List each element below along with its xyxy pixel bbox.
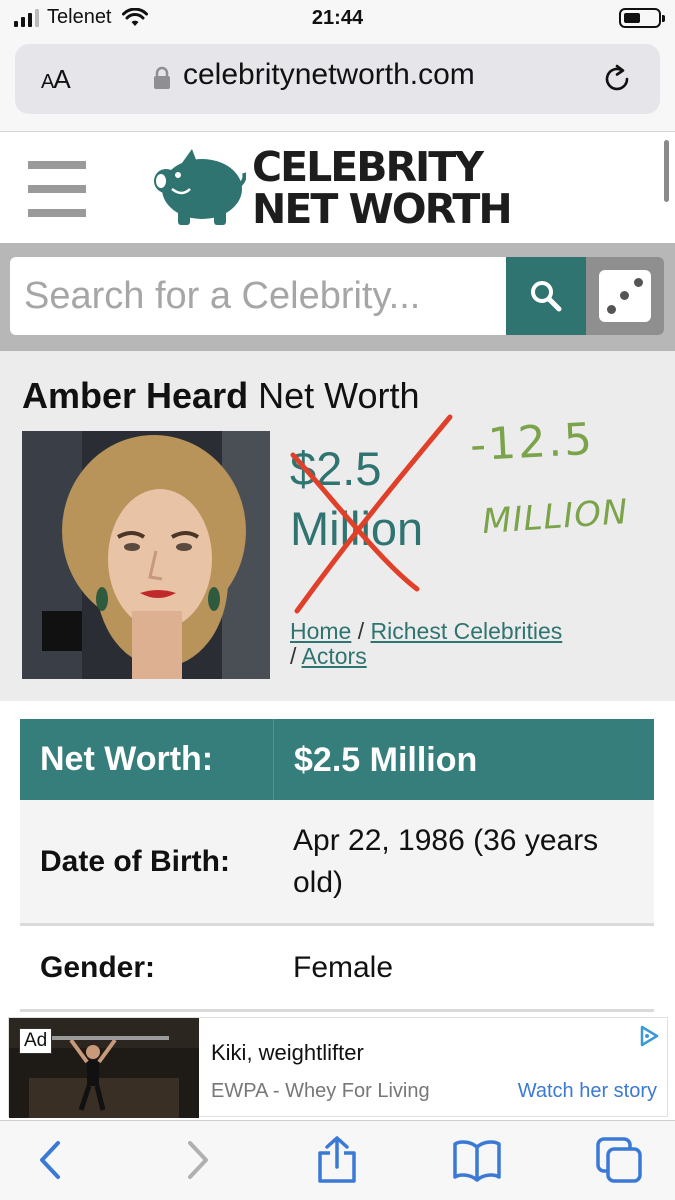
fact-value: Apr 22, 1986 (36 years old) xyxy=(293,823,599,899)
search-input[interactable] xyxy=(10,257,506,335)
table-row: Gender: Female xyxy=(20,926,654,1012)
search-row xyxy=(0,243,675,351)
back-icon[interactable] xyxy=(26,1135,76,1185)
handwritten-unit: MILLION xyxy=(480,491,630,543)
menu-icon[interactable] xyxy=(28,161,86,217)
breadcrumb-home-link[interactable]: Home xyxy=(290,618,351,644)
status-bar: Telenet 21:44 xyxy=(0,0,675,40)
fact-label: Date of Birth: xyxy=(40,844,230,878)
dice-icon xyxy=(599,270,651,322)
title-suffix: Net Worth xyxy=(258,375,420,416)
text-size-button[interactable]: AA xyxy=(41,64,71,95)
random-celebrity-button[interactable] xyxy=(586,257,664,335)
ad-cta-link[interactable]: Watch her story xyxy=(518,1080,657,1103)
logo-text-line2: NET WORTH xyxy=(252,185,513,233)
piggy-bank-icon xyxy=(154,149,246,225)
breadcrumb: Home / Richest Celebrities / Actors xyxy=(290,619,650,669)
ad-badge: Ad xyxy=(19,1028,53,1054)
logo-text-line1: CELEBRITY xyxy=(252,143,484,191)
reload-icon[interactable] xyxy=(600,62,634,96)
red-cross-annotation xyxy=(290,414,453,614)
celebrity-photo xyxy=(22,431,270,679)
ad-source: EWPA - Whey For Living xyxy=(211,1080,430,1102)
site-logo[interactable]: CELEBRITY NET WORTH xyxy=(152,145,532,235)
forward-icon[interactable] xyxy=(172,1135,222,1185)
fact-label: Gender: xyxy=(40,950,156,984)
ad-title[interactable]: Kiki, weightlifter xyxy=(211,1040,364,1066)
handwritten-amount: -12.5 xyxy=(468,413,596,472)
breadcrumb-separator: / xyxy=(351,618,371,644)
lock-icon xyxy=(154,66,170,89)
facts-table: Net Worth: $2.5 Million Date of Birth: A… xyxy=(20,719,654,1012)
breadcrumb-separator: / xyxy=(290,643,302,669)
breadcrumb-richest-link[interactable]: Richest Celebrities xyxy=(371,618,563,644)
bookmarks-icon[interactable] xyxy=(452,1135,502,1185)
share-icon[interactable] xyxy=(312,1135,362,1185)
url-text[interactable]: celebritynetworth.com xyxy=(183,58,475,92)
ad-choices-icon[interactable] xyxy=(637,1024,661,1048)
fact-label: Net Worth: xyxy=(40,740,214,778)
browser-toolbar xyxy=(0,1120,675,1200)
browser-address-area: AA celebritynetworth.com xyxy=(0,40,675,132)
breadcrumb-actors-link[interactable]: Actors xyxy=(302,643,367,669)
fact-value: Female xyxy=(293,950,394,984)
address-bar[interactable]: AA celebritynetworth.com xyxy=(15,44,660,114)
table-row: Net Worth: $2.5 Million xyxy=(20,719,654,800)
table-row: Date of Birth: Apr 22, 1986 (36 years ol… xyxy=(20,800,654,926)
tabs-icon[interactable] xyxy=(594,1135,644,1185)
ad-banner[interactable]: Ad Kiki, weightlifter EWPA - Whey For Li… xyxy=(8,1017,668,1118)
celebrity-name: Amber Heard xyxy=(22,375,249,416)
battery-icon xyxy=(619,8,665,28)
handwritten-annotation: -12.5 MILLION xyxy=(468,413,670,557)
site-header: CELEBRITY NET WORTH xyxy=(0,133,675,243)
profile-card: Amber Heard Net Worth $2.5 Million -12.5… xyxy=(0,351,675,701)
fact-value: $2.5 Million xyxy=(273,719,654,800)
scroll-indicator xyxy=(664,140,669,202)
search-button[interactable] xyxy=(506,257,586,335)
clock: 21:44 xyxy=(311,7,364,29)
search-icon xyxy=(531,281,562,312)
